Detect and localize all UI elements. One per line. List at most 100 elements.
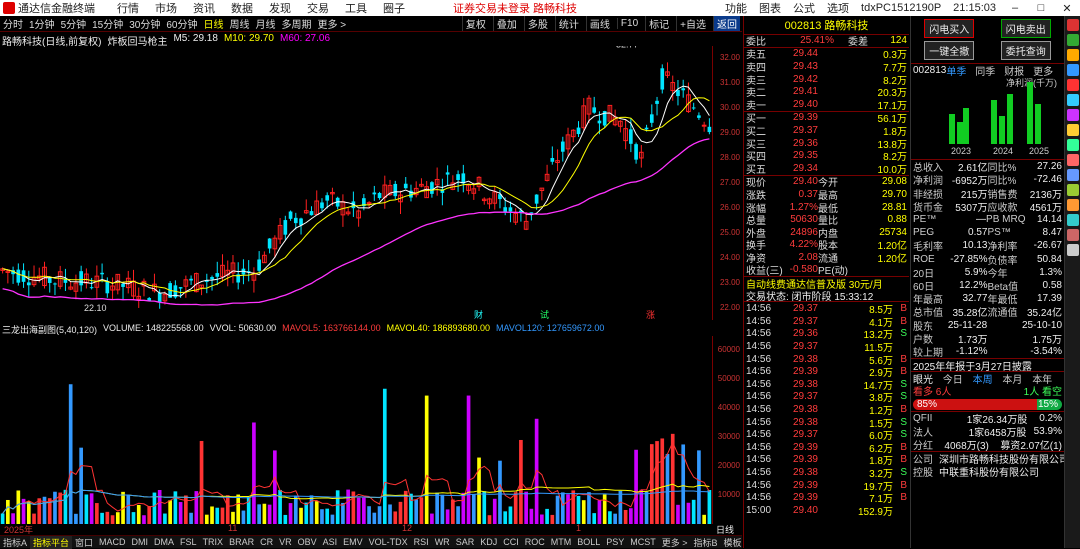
bid-price[interactable]: 29.39 — [784, 112, 818, 123]
indicator-tab[interactable]: CR — [257, 537, 276, 547]
indicator-tab[interactable]: KDJ — [477, 537, 500, 547]
tool-back[interactable]: 返回 — [713, 16, 740, 31]
period-1min[interactable]: 1分钟 — [29, 16, 55, 31]
sidebar-icon[interactable] — [1067, 79, 1079, 91]
indicator-tab[interactable]: PSY — [603, 537, 627, 547]
menu-item-data[interactable]: 数据 — [231, 0, 253, 16]
ask-price[interactable]: 29.41 — [784, 86, 818, 97]
indicator-tab[interactable]: MACD — [96, 537, 129, 547]
indicator-tab[interactable]: ROC — [522, 537, 548, 547]
bid-price[interactable]: 29.35 — [784, 150, 818, 161]
sidebar-icon[interactable] — [1067, 214, 1079, 226]
volume-bar — [299, 507, 303, 524]
indicator-tab[interactable]: WR — [432, 537, 453, 547]
sidebar-icon[interactable] — [1067, 184, 1079, 196]
sidebar-icon[interactable] — [1067, 169, 1079, 181]
indicator-tab[interactable]: 指标A — [0, 536, 30, 549]
maximize-icon[interactable]: □ — [1034, 2, 1048, 14]
indicator-tab[interactable]: VOL-TDX — [366, 537, 411, 547]
sidebar-icon[interactable] — [1067, 124, 1079, 136]
candle — [100, 272, 104, 275]
vol-title[interactable]: 三龙出海副图(5,40,120) — [2, 323, 97, 335]
period-60min[interactable]: 60分钟 — [166, 16, 197, 31]
indicator-tab[interactable]: MCST — [627, 537, 659, 547]
menu-item-chart[interactable]: 图表 — [759, 0, 781, 16]
ask-price[interactable]: 29.44 — [784, 48, 818, 59]
sidebar-icon[interactable] — [1067, 19, 1079, 31]
indicator-tab[interactable]: FSL — [177, 537, 200, 547]
tool-draw[interactable]: 画线 — [585, 16, 613, 31]
period-multi[interactable]: 多周期 — [282, 16, 312, 31]
indicator-tab[interactable]: 窗口 — [72, 536, 96, 549]
indicator-tab[interactable]: TRIX — [200, 537, 227, 547]
indicator-tab[interactable]: CCI — [500, 537, 522, 547]
close-icon[interactable]: ✕ — [1060, 2, 1074, 15]
period-15min[interactable]: 15分钟 — [92, 16, 123, 31]
tool-stats[interactable]: 统计 — [554, 16, 582, 31]
indicator-tab[interactable]: BOLL — [574, 537, 603, 547]
indicator-tab[interactable]: 模板 — [721, 536, 745, 549]
tool-adjust[interactable]: 复权 — [461, 16, 489, 31]
menu-item-trade[interactable]: 交易 — [307, 0, 329, 16]
kline-indicator[interactable]: 炸板回马枪主 — [107, 33, 167, 48]
tool-f10[interactable]: F10 — [616, 18, 641, 29]
flash-sell-button[interactable]: 闪电卖出 — [1000, 19, 1051, 38]
cancel-all-button[interactable]: 一键全撤 — [924, 41, 975, 60]
menu-item-options[interactable]: 选项 — [827, 0, 849, 16]
sidebar-icon[interactable] — [1067, 94, 1079, 106]
indicator-tab[interactable]: EMV — [340, 537, 366, 547]
kline-chart[interactable]: 32.77 22.10 财 试 涨 — [0, 46, 712, 320]
indicator-tab[interactable]: VR — [276, 537, 295, 547]
sidebar-icon[interactable] — [1067, 229, 1079, 241]
menu-item-news[interactable]: 资讯 — [193, 0, 215, 16]
indicator-tab[interactable]: 更多 > — [659, 536, 691, 549]
sidebar-icon[interactable] — [1067, 154, 1079, 166]
bid-price[interactable]: 29.37 — [784, 125, 818, 136]
indicator-tab[interactable]: ASI — [320, 537, 341, 547]
indicator-tab[interactable]: DMA — [151, 537, 177, 547]
sidebar-icon[interactable] — [1067, 139, 1079, 151]
menu-item-circle[interactable]: 圈子 — [383, 0, 405, 16]
menu-item-function[interactable]: 功能 — [725, 0, 747, 16]
login-notice[interactable]: 证券交易未登录 路畅科技 — [453, 0, 577, 16]
indicator-tab[interactable]: MTM — [548, 537, 575, 547]
tool-overlay[interactable]: 叠加 — [492, 16, 520, 31]
ask-price[interactable]: 29.40 — [784, 99, 818, 110]
indicator-tab[interactable]: 指标B — [691, 536, 721, 549]
period-monthly[interactable]: 月线 — [256, 16, 276, 31]
indicator-tab[interactable]: BRAR — [226, 537, 257, 547]
order-query-button[interactable]: 委托查询 — [1000, 41, 1051, 60]
period-more[interactable]: 更多 > — [318, 16, 347, 31]
menu-item-quotes[interactable]: 行情 — [117, 0, 139, 16]
menu-item-tools[interactable]: 工具 — [345, 0, 367, 16]
volume-chart[interactable] — [0, 336, 712, 524]
sidebar-icon[interactable] — [1067, 244, 1079, 256]
indicator-tab[interactable]: OBV — [295, 537, 320, 547]
period-daily[interactable]: 日线 — [204, 16, 224, 31]
sidebar-icon[interactable] — [1067, 34, 1079, 46]
sidebar-icon[interactable] — [1067, 199, 1079, 211]
tool-multi-stock[interactable]: 多股 — [523, 16, 551, 31]
minimize-icon[interactable]: – — [1008, 2, 1022, 14]
indicator-tab[interactable]: 指标平台 — [30, 535, 73, 549]
indicator-tab[interactable]: SAR — [453, 537, 478, 547]
sidebar-icon[interactable] — [1067, 49, 1079, 61]
indicator-tab[interactable]: RSI — [411, 537, 432, 547]
bid-price[interactable]: 29.36 — [784, 138, 818, 149]
menu-item-discover[interactable]: 发现 — [269, 0, 291, 16]
bid-price[interactable]: 29.34 — [784, 163, 818, 174]
ask-price[interactable]: 29.42 — [784, 74, 818, 85]
tool-mark[interactable]: 标记 — [645, 16, 672, 31]
menu-item-market[interactable]: 市场 — [155, 0, 177, 16]
tool-add-watch[interactable]: +自选 — [676, 16, 709, 31]
indicator-tab[interactable]: DMI — [129, 537, 152, 547]
period-30min[interactable]: 30分钟 — [129, 16, 160, 31]
period-tick[interactable]: 分时 — [3, 16, 23, 31]
ask-price[interactable]: 29.43 — [784, 61, 818, 72]
menu-item-formula[interactable]: 公式 — [793, 0, 815, 16]
flash-buy-button[interactable]: 闪电买入 — [924, 19, 975, 38]
sidebar-icon[interactable] — [1067, 109, 1079, 121]
sidebar-icon[interactable] — [1067, 64, 1079, 76]
period-weekly[interactable]: 周线 — [230, 16, 250, 31]
period-5min[interactable]: 5分钟 — [61, 16, 87, 31]
